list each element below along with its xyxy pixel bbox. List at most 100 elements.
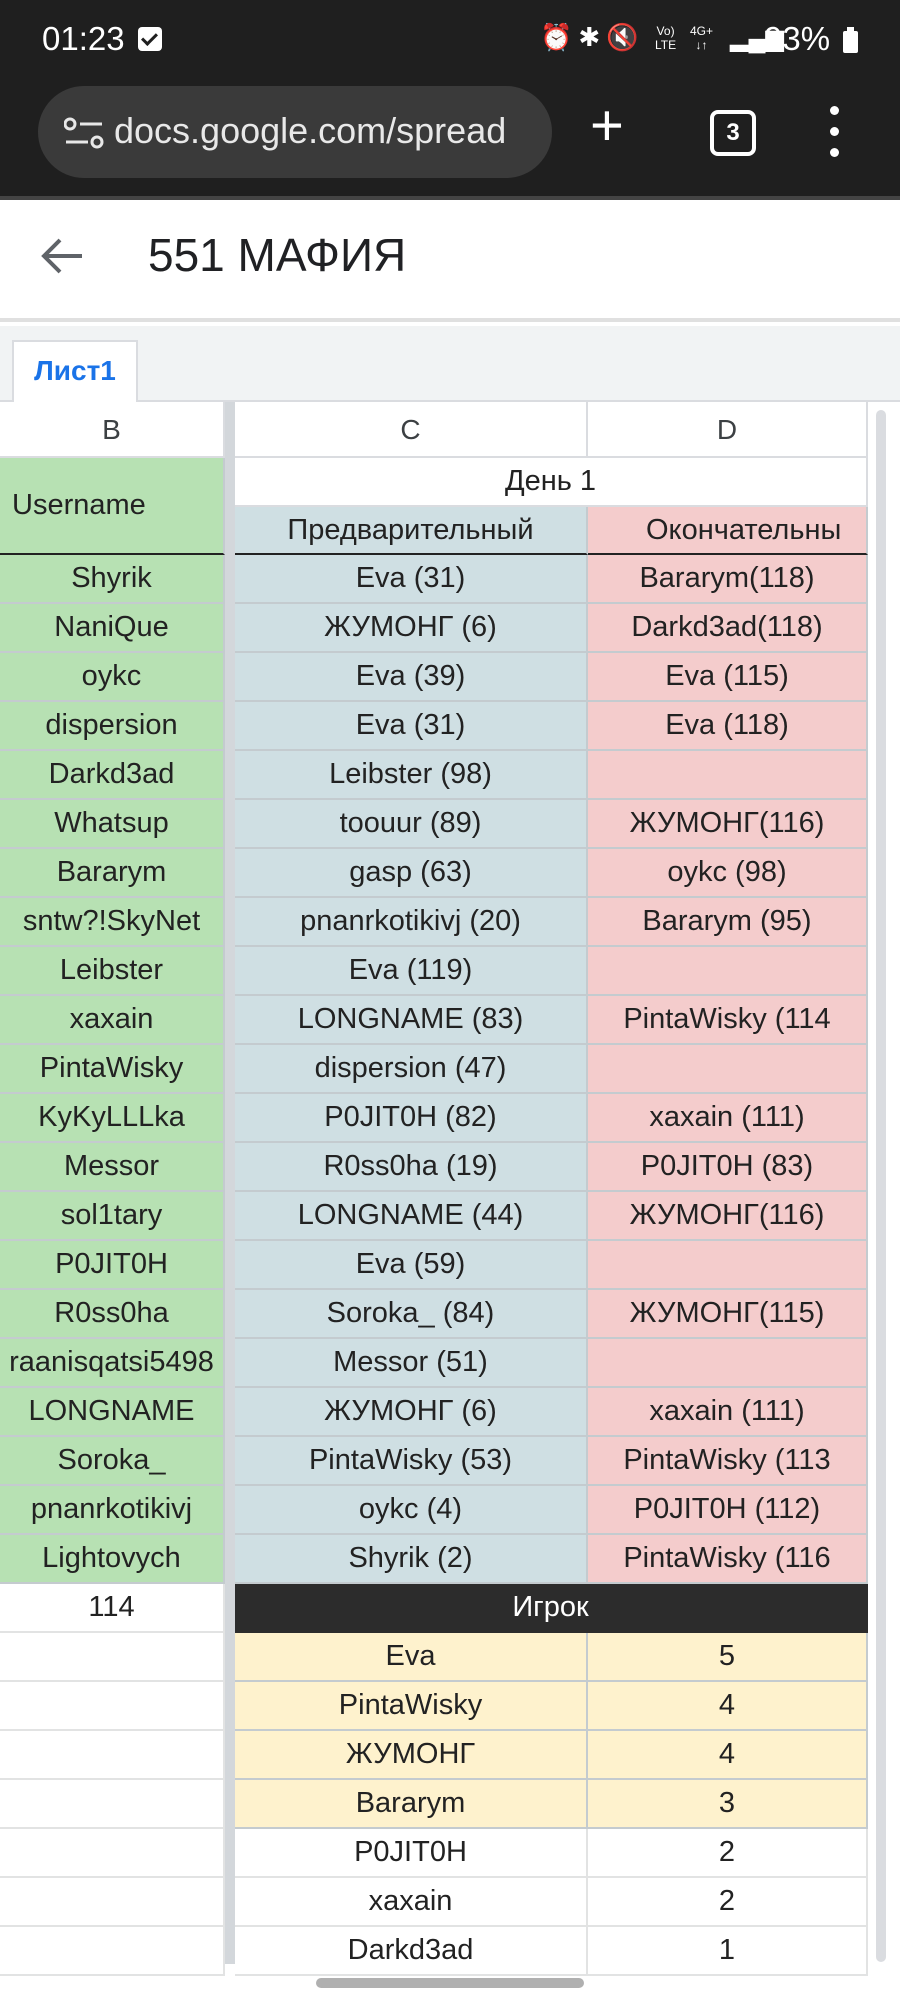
total-cell[interactable]: 114	[0, 1584, 225, 1633]
final-vote-cell[interactable]	[588, 751, 868, 800]
empty-cell[interactable]	[0, 1878, 225, 1927]
prelim-vote-cell[interactable]: Soroka_ (84)	[235, 1290, 588, 1339]
username-cell[interactable]: sol1tary	[0, 1192, 225, 1241]
username-cell[interactable]: raanisqatsi5498	[0, 1339, 225, 1388]
prelim-vote-cell[interactable]: LONGNAME (83)	[235, 996, 588, 1045]
final-vote-cell[interactable]: Eva (115)	[588, 653, 868, 702]
prelim-vote-cell[interactable]: Eva (59)	[235, 1241, 588, 1290]
prelim-vote-cell[interactable]: ЖУМОНГ (6)	[235, 1388, 588, 1437]
final-vote-cell[interactable]: xaxain (111)	[588, 1388, 868, 1437]
final-vote-cell[interactable]	[588, 1241, 868, 1290]
final-vote-cell[interactable]: Bararym (95)	[588, 898, 868, 947]
username-cell[interactable]: LONGNAME	[0, 1388, 225, 1437]
prelim-vote-cell[interactable]: Leibster (98)	[235, 751, 588, 800]
day-header[interactable]: День 1	[235, 458, 868, 507]
prelim-vote-cell[interactable]: dispersion (47)	[235, 1045, 588, 1094]
tally-player-cell[interactable]: xaxain	[235, 1878, 588, 1927]
prelim-vote-cell[interactable]: P0JIT0H (82)	[235, 1094, 588, 1143]
tally-count-cell[interactable]: 1	[588, 1927, 868, 1976]
prelim-header[interactable]: Предварительный	[235, 507, 588, 555]
final-vote-cell[interactable]: Bararym(118)	[588, 555, 868, 604]
username-cell[interactable]: oykc	[0, 653, 225, 702]
prelim-vote-cell[interactable]: Eva (31)	[235, 555, 588, 604]
plus-icon[interactable]: +	[590, 96, 624, 156]
username-cell[interactable]: Darkd3ad	[0, 751, 225, 800]
prelim-vote-cell[interactable]: Eva (31)	[235, 702, 588, 751]
prelim-vote-cell[interactable]: ЖУМОНГ (6)	[235, 604, 588, 653]
username-cell[interactable]: PintaWisky	[0, 1045, 225, 1094]
prelim-vote-cell[interactable]: toouur (89)	[235, 800, 588, 849]
tally-count-cell[interactable]: 4	[588, 1731, 868, 1780]
username-cell[interactable]: P0JIT0H	[0, 1241, 225, 1290]
prelim-vote-cell[interactable]: gasp (63)	[235, 849, 588, 898]
address-bar[interactable]: docs.google.com/spread	[38, 86, 552, 178]
vertical-scrollbar[interactable]	[876, 410, 886, 1962]
tally-count-cell[interactable]: 2	[588, 1878, 868, 1927]
prelim-vote-cell[interactable]: Eva (119)	[235, 947, 588, 996]
prelim-vote-cell[interactable]: PintaWisky (53)	[235, 1437, 588, 1486]
final-vote-cell[interactable]: PintaWisky (116	[588, 1535, 868, 1584]
username-cell[interactable]: Whatsup	[0, 800, 225, 849]
tally-player-cell[interactable]: Eva	[235, 1633, 588, 1682]
final-vote-cell[interactable]: P0JIT0H (83)	[588, 1143, 868, 1192]
username-cell[interactable]: Shyrik	[0, 555, 225, 604]
username-cell[interactable]: Lightovych	[0, 1535, 225, 1584]
final-vote-cell[interactable]: ЖУМОНГ(116)	[588, 800, 868, 849]
column-header-d[interactable]: D	[588, 402, 868, 458]
back-arrow-icon[interactable]	[40, 234, 84, 278]
username-cell[interactable]: KyKyLLLka	[0, 1094, 225, 1143]
column-header-b[interactable]: B	[0, 402, 225, 458]
prelim-vote-cell[interactable]: pnanrkotikivj (20)	[235, 898, 588, 947]
username-cell[interactable]: Messor	[0, 1143, 225, 1192]
tally-player-cell[interactable]: Darkd3ad	[235, 1927, 588, 1976]
final-vote-cell[interactable]	[588, 1339, 868, 1388]
tally-count-cell[interactable]: 2	[588, 1829, 868, 1878]
empty-cell[interactable]	[0, 1829, 225, 1878]
tally-player-cell[interactable]: Bararym	[235, 1780, 588, 1829]
prelim-vote-cell[interactable]: Messor (51)	[235, 1339, 588, 1388]
final-vote-cell[interactable]: ЖУМОНГ(115)	[588, 1290, 868, 1339]
prelim-vote-cell[interactable]: LONGNAME (44)	[235, 1192, 588, 1241]
username-cell[interactable]: Bararym	[0, 849, 225, 898]
freeze-divider[interactable]	[225, 402, 235, 1964]
final-vote-cell[interactable]: xaxain (111)	[588, 1094, 868, 1143]
final-vote-cell[interactable]	[588, 1045, 868, 1094]
prelim-vote-cell[interactable]: Eva (39)	[235, 653, 588, 702]
final-vote-cell[interactable]: Eva (118)	[588, 702, 868, 751]
tab-switcher-icon[interactable]: 3	[710, 110, 756, 156]
prelim-vote-cell[interactable]: Shyrik (2)	[235, 1535, 588, 1584]
empty-cell[interactable]	[0, 1731, 225, 1780]
username-cell[interactable]: xaxain	[0, 996, 225, 1045]
final-vote-cell[interactable]: Darkd3ad(118)	[588, 604, 868, 653]
tally-player-cell[interactable]: PintaWisky	[235, 1682, 588, 1731]
final-vote-cell[interactable]: P0JIT0H (112)	[588, 1486, 868, 1535]
username-cell[interactable]: R0ss0ha	[0, 1290, 225, 1339]
tally-player-cell[interactable]: ЖУМОНГ	[235, 1731, 588, 1780]
site-settings-icon[interactable]	[64, 116, 104, 150]
final-vote-cell[interactable]: PintaWisky (113	[588, 1437, 868, 1486]
empty-cell[interactable]	[0, 1780, 225, 1829]
final-vote-cell[interactable]	[588, 947, 868, 996]
final-vote-cell[interactable]: ЖУМОНГ(116)	[588, 1192, 868, 1241]
tally-count-cell[interactable]: 5	[588, 1633, 868, 1682]
username-cell[interactable]: dispersion	[0, 702, 225, 751]
home-indicator[interactable]	[316, 1978, 584, 1988]
username-cell[interactable]: sntw?!SkyNet	[0, 898, 225, 947]
final-vote-cell[interactable]: PintaWisky (114	[588, 996, 868, 1045]
tab-sheet1[interactable]: Лист1	[12, 340, 138, 402]
username-header[interactable]: Username	[0, 458, 225, 555]
tally-count-cell[interactable]: 4	[588, 1682, 868, 1731]
player-header[interactable]: Игрок	[235, 1584, 868, 1633]
username-cell[interactable]: NaniQue	[0, 604, 225, 653]
more-vert-icon[interactable]	[826, 106, 842, 169]
prelim-vote-cell[interactable]: R0ss0ha (19)	[235, 1143, 588, 1192]
empty-cell[interactable]	[0, 1927, 225, 1976]
final-vote-cell[interactable]: oykc (98)	[588, 849, 868, 898]
column-header-c[interactable]: C	[235, 402, 588, 458]
username-cell[interactable]: Soroka_	[0, 1437, 225, 1486]
tally-player-cell[interactable]: P0JIT0H	[235, 1829, 588, 1878]
prelim-vote-cell[interactable]: oykc (4)	[235, 1486, 588, 1535]
username-cell[interactable]: pnanrkotikivj	[0, 1486, 225, 1535]
username-cell[interactable]: Leibster	[0, 947, 225, 996]
empty-cell[interactable]	[0, 1633, 225, 1682]
